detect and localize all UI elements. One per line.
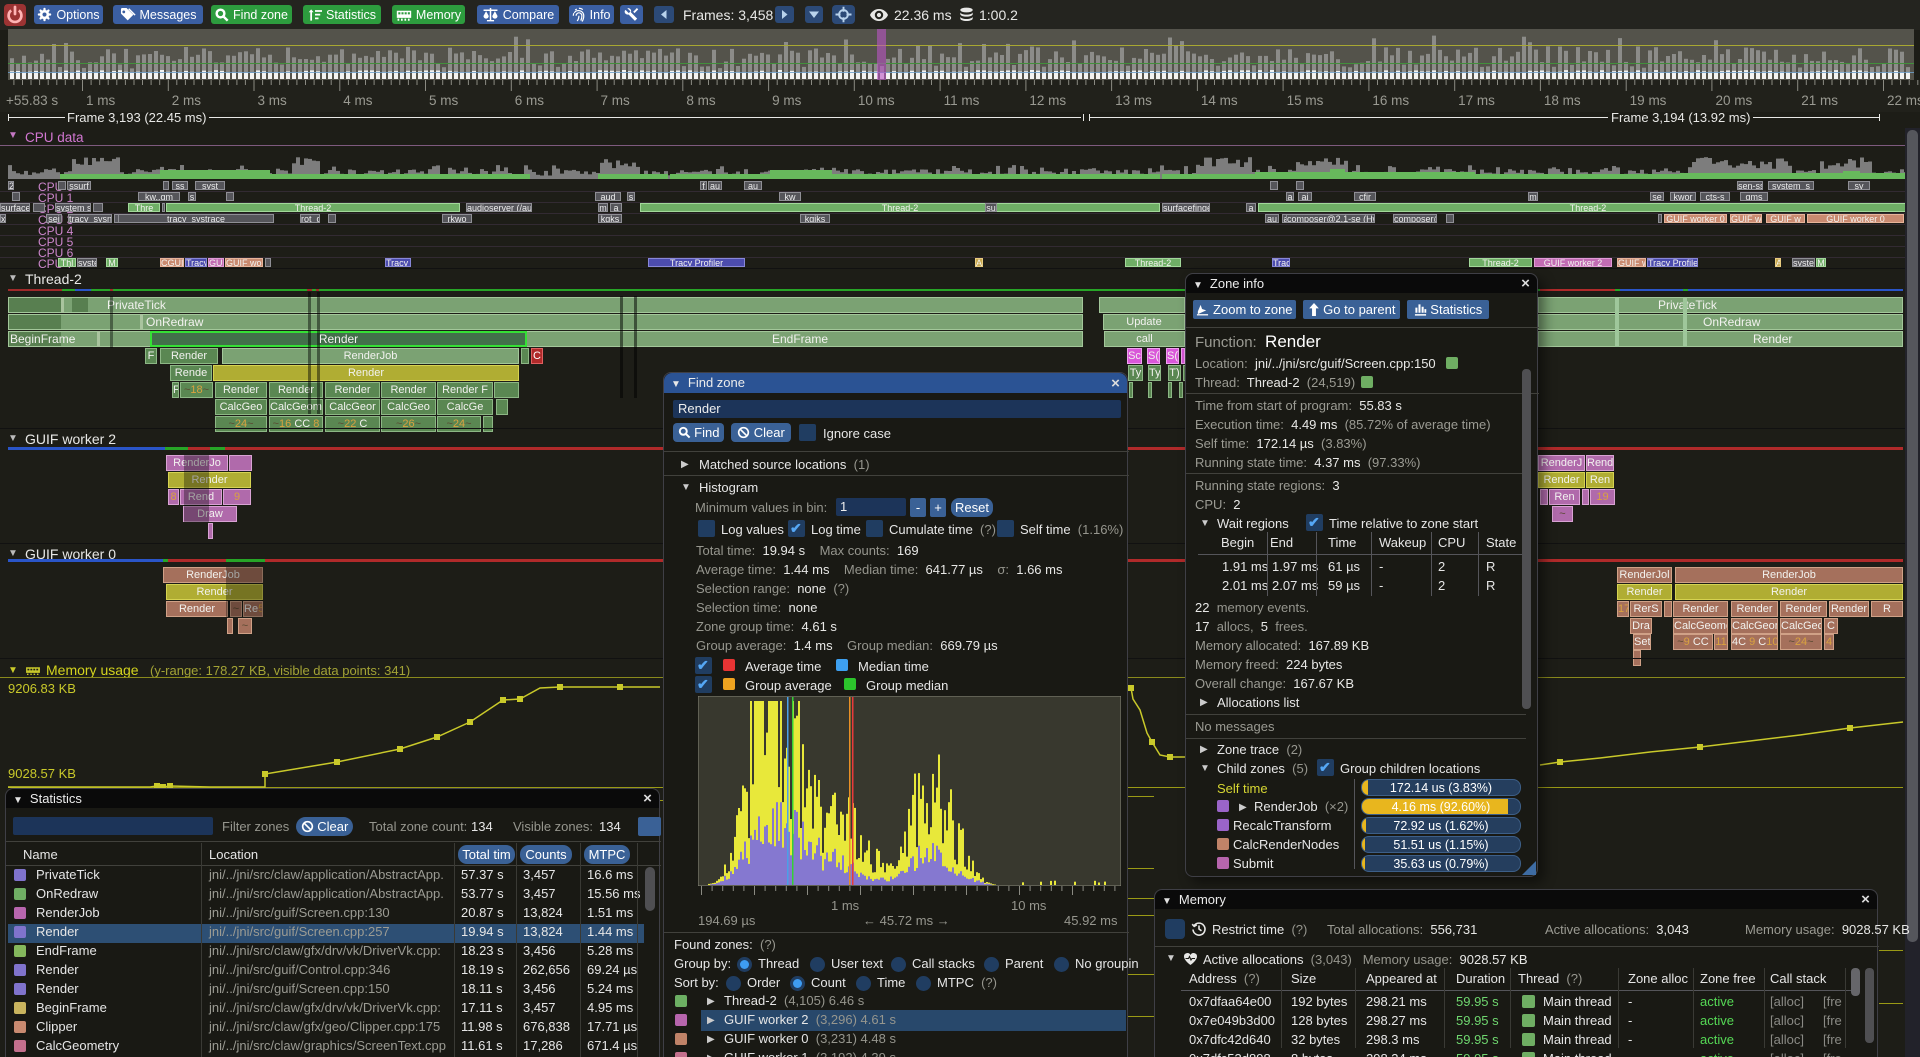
svg-text:+55.83 s: +55.83 s — [6, 93, 58, 108]
svg-text:9 ms: 9 ms — [772, 93, 802, 108]
svg-text:20 ms: 20 ms — [1715, 93, 1752, 108]
svg-text:2 ms: 2 ms — [172, 93, 202, 108]
svg-text:16 ms: 16 ms — [1372, 93, 1409, 108]
svg-text:6 ms: 6 ms — [515, 93, 545, 108]
svg-text:15 ms: 15 ms — [1287, 93, 1324, 108]
svg-text:4 ms: 4 ms — [343, 93, 373, 108]
svg-text:14 ms: 14 ms — [1201, 93, 1238, 108]
svg-text:22 ms: 22 ms — [1887, 93, 1920, 108]
svg-text:18 ms: 18 ms — [1544, 93, 1581, 108]
svg-text:8 ms: 8 ms — [686, 93, 716, 108]
svg-text:19 ms: 19 ms — [1630, 93, 1667, 108]
svg-text:3 ms: 3 ms — [258, 93, 288, 108]
svg-text:21 ms: 21 ms — [1801, 93, 1838, 108]
svg-text:7 ms: 7 ms — [601, 93, 631, 108]
svg-text:11 ms: 11 ms — [944, 93, 980, 108]
svg-text:5 ms: 5 ms — [429, 93, 459, 108]
svg-text:13 ms: 13 ms — [1115, 93, 1152, 108]
svg-text:12 ms: 12 ms — [1029, 93, 1066, 108]
svg-text:10 ms: 10 ms — [858, 93, 895, 108]
svg-text:17 ms: 17 ms — [1458, 93, 1495, 108]
svg-text:1 ms: 1 ms — [86, 93, 116, 108]
